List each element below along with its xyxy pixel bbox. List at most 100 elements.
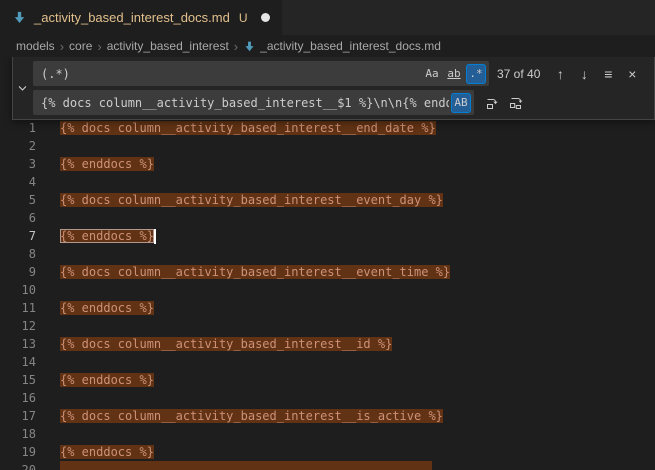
- line-number: 17: [0, 407, 36, 425]
- breadcrumb-item[interactable]: activity_based_interest: [107, 39, 229, 53]
- find-input[interactable]: (.*) Aa ab .*: [33, 61, 489, 86]
- find-replace-widget: (.*) Aa ab .* 37 of 40 ↑ ↓ ≡ × {% docs c…: [12, 57, 655, 120]
- editor-line-17[interactable]: 17 {% docs column__activity_based_interes…: [0, 407, 655, 425]
- breadcrumb-label: core: [69, 39, 92, 53]
- editor-line-4[interactable]: 4: [0, 173, 655, 191]
- toggle-replace-chevron-icon[interactable]: [13, 57, 31, 119]
- editor-tab[interactable]: _activity_based_interest_docs.md U: [0, 0, 283, 35]
- line-number: 8: [0, 245, 36, 263]
- line-number: 12: [0, 317, 36, 335]
- line-text: {% enddocs %}: [60, 299, 154, 317]
- breadcrumb-separator-icon: ›: [60, 39, 64, 54]
- line-number: 3: [0, 155, 36, 173]
- line-text: {% docs column__activity_based_interest_…: [60, 263, 450, 281]
- editor-line-9[interactable]: 9 {% docs column__activity_based_interest…: [0, 263, 655, 281]
- editor-line-12[interactable]: 12: [0, 317, 655, 335]
- replace-all-button[interactable]: [505, 92, 527, 114]
- editor-container: (.*) Aa ab .* 37 of 40 ↑ ↓ ≡ × {% docs c…: [0, 57, 655, 470]
- close-button[interactable]: ×: [621, 63, 643, 85]
- match-case-button[interactable]: Aa: [422, 64, 442, 84]
- find-match-highlight: {% enddocs %}: [60, 157, 154, 171]
- find-row: (.*) Aa ab .* 37 of 40 ↑ ↓ ≡ ×: [33, 61, 648, 86]
- editor-line-3[interactable]: 3 {% enddocs %}: [0, 155, 655, 173]
- editor-line-1[interactable]: 1 {% docs column__activity_based_interest…: [0, 119, 655, 137]
- replace-input-value: {% docs column__activity_based_interest_…: [41, 96, 449, 110]
- line-number: 18: [0, 425, 36, 443]
- match-count: 37 of 40: [497, 67, 540, 81]
- editor-line-6[interactable]: 6: [0, 209, 655, 227]
- preserve-case-button[interactable]: AB: [451, 93, 471, 113]
- breadcrumb-item[interactable]: core: [69, 39, 92, 53]
- breadcrumb-label: _activity_based_interest_docs.md: [260, 39, 441, 53]
- modified-dot-icon[interactable]: [261, 13, 270, 22]
- editor-line-7[interactable]: 7 {% enddocs %}: [0, 227, 655, 245]
- text-cursor: [154, 229, 156, 244]
- line-text: {% docs column__activity_based_interest_…: [60, 191, 443, 209]
- line-text: {% enddocs %}: [60, 155, 154, 173]
- find-match-highlight: {% enddocs %}: [60, 445, 154, 459]
- find-match-highlight: {% enddocs %}: [60, 301, 154, 315]
- editor-line-8[interactable]: 8: [0, 245, 655, 263]
- find-match-highlight: {% docs column__activity_based_interest_…: [60, 121, 436, 135]
- editor-line-10[interactable]: 10: [0, 281, 655, 299]
- breadcrumb-separator-icon: ›: [234, 39, 238, 54]
- find-input-value: (.*): [41, 67, 420, 81]
- line-number: 9: [0, 263, 36, 281]
- line-number: 6: [0, 209, 36, 227]
- find-match-highlight: {% docs column__activity_based_interest_…: [60, 409, 443, 423]
- editor-line-20[interactable]: 20: [0, 461, 655, 470]
- line-number: 10: [0, 281, 36, 299]
- line-text: {% docs column__activity_based_interest_…: [60, 119, 436, 137]
- find-widget-rows: (.*) Aa ab .* 37 of 40 ↑ ↓ ≡ × {% docs c…: [31, 57, 654, 119]
- line-number: 7: [0, 227, 36, 245]
- line-number: 19: [0, 443, 36, 461]
- find-in-selection-button[interactable]: ≡: [597, 63, 619, 85]
- line-number: 1: [0, 119, 36, 137]
- find-match-highlight: {% enddocs %}: [60, 229, 154, 243]
- editor-line-2[interactable]: 2: [0, 137, 655, 155]
- line-number: 20: [0, 461, 36, 470]
- line-number: 4: [0, 173, 36, 191]
- whole-word-button[interactable]: ab: [444, 64, 464, 84]
- editor-line-14[interactable]: 14: [0, 353, 655, 371]
- replace-input[interactable]: {% docs column__activity_based_interest_…: [33, 90, 474, 115]
- next-match-button[interactable]: ↓: [573, 63, 595, 85]
- editor-line-19[interactable]: 19 {% enddocs %}: [0, 443, 655, 461]
- find-match-highlight: [60, 461, 432, 470]
- breadcrumb-item[interactable]: models: [16, 39, 55, 53]
- line-text: {% enddocs %}: [60, 371, 154, 389]
- line-number: 15: [0, 371, 36, 389]
- tab-filename: _activity_based_interest_docs.md: [34, 10, 230, 25]
- line-number: 5: [0, 191, 36, 209]
- editor-line-13[interactable]: 13 {% docs column__activity_based_interes…: [0, 335, 655, 353]
- line-text: {% enddocs %}: [60, 443, 154, 461]
- find-match-highlight: {% docs column__activity_based_interest_…: [60, 337, 392, 351]
- replace-row: {% docs column__activity_based_interest_…: [33, 90, 648, 115]
- line-number: 13: [0, 335, 36, 353]
- line-text: [60, 461, 432, 470]
- replace-button[interactable]: [481, 92, 503, 114]
- breadcrumb-item[interactable]: _activity_based_interest_docs.md: [243, 39, 441, 53]
- line-text: {% docs column__activity_based_interest_…: [60, 335, 392, 353]
- vscode-window: _activity_based_interest_docs.md U model…: [0, 0, 655, 470]
- line-text: {% enddocs %}: [60, 227, 156, 245]
- line-number: 2: [0, 137, 36, 155]
- line-number: 11: [0, 299, 36, 317]
- editor-line-18[interactable]: 18: [0, 425, 655, 443]
- git-status-badge: U: [239, 11, 248, 25]
- breadcrumb-label: activity_based_interest: [107, 39, 229, 53]
- find-match-highlight: {% docs column__activity_based_interest_…: [60, 265, 450, 279]
- editor-line-5[interactable]: 5 {% docs column__activity_based_interest…: [0, 191, 655, 209]
- editor-line-16[interactable]: 16: [0, 389, 655, 407]
- tab-bar: _activity_based_interest_docs.md U: [0, 0, 655, 35]
- line-text: {% docs column__activity_based_interest_…: [60, 407, 443, 425]
- line-number: 14: [0, 353, 36, 371]
- editor-line-15[interactable]: 15 {% enddocs %}: [0, 371, 655, 389]
- breadcrumb-separator-icon: ›: [97, 39, 101, 54]
- regex-button[interactable]: .*: [466, 64, 486, 84]
- breadcrumb-label: models: [16, 39, 55, 53]
- previous-match-button[interactable]: ↑: [549, 63, 571, 85]
- breadcrumb: models › core › activity_based_interest › _act…: [0, 35, 655, 57]
- editor-line-11[interactable]: 11 {% enddocs %}: [0, 299, 655, 317]
- find-match-highlight: {% docs column__activity_based_interest_…: [60, 193, 443, 207]
